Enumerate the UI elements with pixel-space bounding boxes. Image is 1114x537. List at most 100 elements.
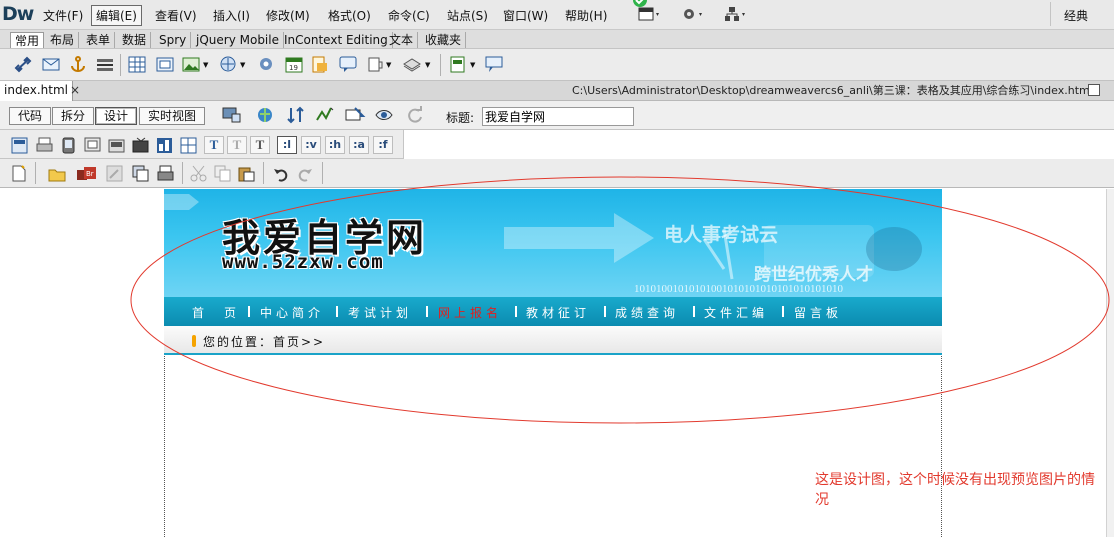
paste-icon[interactable] [238,165,256,183]
render-tv-icon[interactable] [132,137,150,155]
check-browser-compatibility-icon[interactable] [345,106,369,126]
named-anchor-icon[interactable] [69,56,87,73]
email-link-icon[interactable] [42,56,60,73]
nav-textbook-order[interactable]: 教材征订 [526,304,590,321]
layout-icon[interactable] [638,6,662,23]
design-view-button[interactable]: 设计 [95,107,137,125]
render-tty-icon[interactable] [108,137,126,155]
hover-state-button[interactable]: :h [325,136,345,154]
menu-format[interactable]: 格式(O) [328,7,371,24]
render-projection-icon[interactable] [84,137,102,155]
tab-forms[interactable]: 表单 [82,32,116,48]
open-file-icon[interactable] [48,165,66,183]
standard-toolbar: Br [0,159,1114,188]
nav-exam-plan[interactable]: 考试计划 [348,304,412,321]
menu-edit[interactable]: 编辑(E) [91,5,142,26]
menu-modify[interactable]: 修改(M) [266,7,310,24]
head-icon[interactable] [366,56,384,73]
menu-commands[interactable]: 命令(C) [388,7,430,24]
templates-icon[interactable] [449,56,467,73]
media-icon[interactable] [219,56,237,73]
menu-help[interactable]: 帮助(H) [565,7,607,24]
site-nav-bar: 首 页 中心简介 考试计划 网上报名 教材征订 成绩查询 文件汇编 留言板 [164,297,942,326]
comment-icon[interactable] [339,56,357,73]
active-state-button[interactable]: :a [349,136,369,154]
visual-aids-icon[interactable] [375,106,399,126]
table-icon[interactable] [128,56,146,73]
multiscreen-icon[interactable] [222,106,246,126]
nav-home[interactable]: 首 页 [192,304,240,321]
close-tab-icon[interactable]: × [70,81,80,100]
menu-insert[interactable]: 插入(I) [213,7,250,24]
nav-about[interactable]: 中心简介 [260,304,324,321]
tab-favorites[interactable]: 收藏夹 [421,32,467,48]
nav-score-query[interactable]: 成绩查询 [615,304,679,321]
tag-chooser-icon[interactable] [485,56,503,73]
browse-in-bridge-icon[interactable]: Br [76,165,98,183]
vertical-scrollbar[interactable] [1106,189,1114,537]
design-time-style-icon[interactable] [180,137,198,155]
svg-text:19: 19 [289,64,298,72]
workspace-switcher[interactable]: 经典 [1064,7,1088,24]
insert-div-icon[interactable] [156,56,174,73]
menu-site[interactable]: 站点(S) [447,7,488,24]
nav-online-registration[interactable]: 网上报名 [438,304,502,321]
undo-icon[interactable] [272,165,290,183]
tab-jquery-mobile[interactable]: jQuery Mobile [192,32,284,48]
cut-icon[interactable] [190,165,208,183]
preview-in-browser-icon[interactable] [256,106,280,126]
nav-documents[interactable]: 文件汇编 [704,304,768,321]
link-state-button[interactable]: :l [277,136,297,154]
tab-text[interactable]: 文本 [385,32,419,48]
document-tab[interactable]: index.html [0,81,73,101]
tab-incontext-editing[interactable]: InContext Editing [280,32,393,48]
tab-data[interactable]: 数据 [118,32,152,48]
title-label: 标题: [446,111,475,125]
site-manager-icon[interactable] [724,6,748,23]
text-size-decrease-icon[interactable]: T [227,136,247,154]
nav-guestbook[interactable]: 留言板 [794,304,842,321]
tab-spry[interactable]: Spry [155,32,192,48]
save-disabled-icon[interactable] [106,165,124,183]
menu-file[interactable]: 文件(F) [43,7,83,24]
visited-state-button[interactable]: :v [301,136,321,154]
image-icon[interactable] [182,56,200,73]
redo-icon[interactable] [296,165,314,183]
breadcrumb-bar: 您的位置：首页>> [164,326,942,355]
nav-divider [515,306,517,317]
nav-divider [336,306,338,317]
copy-icon[interactable] [214,165,232,183]
focus-state-button[interactable]: :f [373,136,393,154]
render-screen-icon[interactable] [11,137,29,155]
server-side-include-icon[interactable] [311,56,329,73]
document-title-input[interactable] [482,107,634,126]
restore-window-icon[interactable] [1088,84,1100,96]
print-code-icon[interactable] [157,165,175,183]
split-view-button[interactable]: 拆分 [52,107,94,125]
menu-view[interactable]: 查看(V) [155,7,197,24]
new-file-icon[interactable] [10,165,28,183]
site-url: www.52zxw.com [222,251,384,273]
hyperlink-icon[interactable] [14,56,32,73]
text-size-increase-icon[interactable]: T [204,136,224,154]
document-tab-bar: index.html × C:\Users\Administrator\Desk… [0,81,1114,101]
code-view-button[interactable]: 代码 [9,107,51,125]
file-management-icon[interactable] [286,106,310,126]
toggle-css-icon[interactable] [156,137,174,155]
date-icon[interactable]: 19 [285,56,303,73]
tab-layout[interactable]: 布局 [46,32,80,48]
menu-window[interactable]: 窗口(W) [503,7,548,24]
live-view-button[interactable]: 实时视图 [139,107,205,125]
text-size-reset-icon[interactable]: T [250,136,270,154]
w3c-validation-icon[interactable] [316,106,340,126]
widget-gear-icon[interactable] [257,56,275,73]
script-icon[interactable] [403,56,421,73]
tab-common[interactable]: 常用 [10,32,45,48]
banner-tagline-1: 电人事考试云 [664,224,779,246]
save-all-icon[interactable] [132,165,150,183]
render-print-icon[interactable] [36,137,54,155]
extend-gear-icon[interactable] [681,6,705,23]
render-handheld-icon[interactable] [60,137,78,155]
horizontal-rule-icon[interactable] [96,56,114,73]
refresh-icon[interactable] [405,106,429,126]
